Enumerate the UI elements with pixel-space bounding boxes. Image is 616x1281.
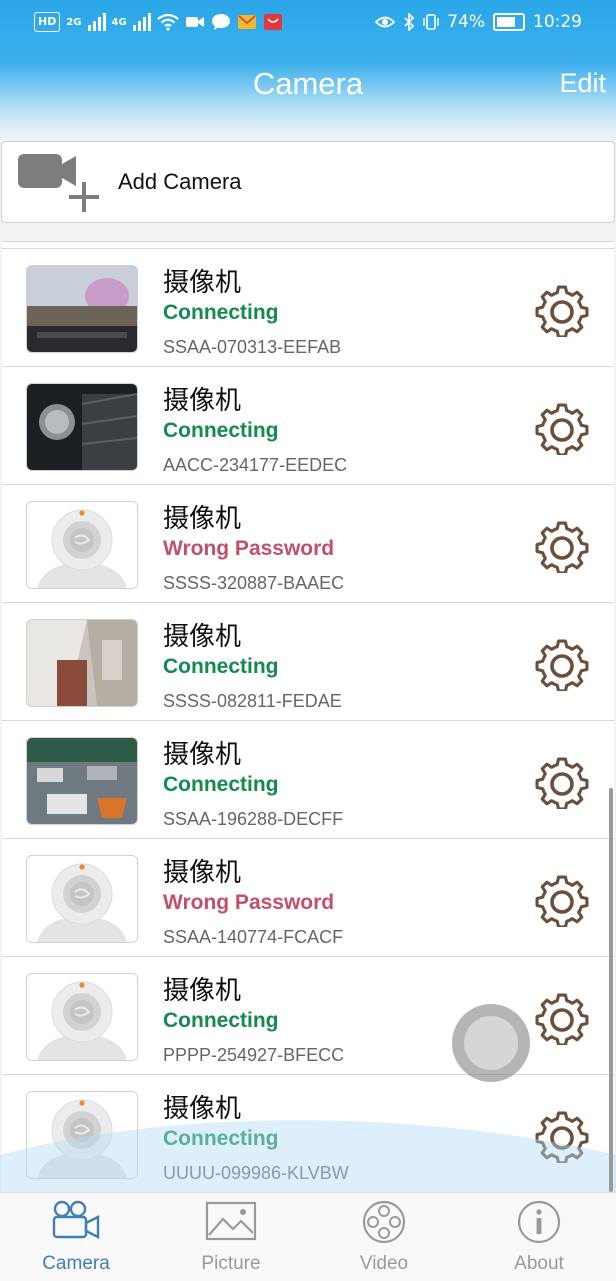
camera-status: Wrong Password xyxy=(163,537,335,560)
bottom-tab-bar: Camera Picture Video About xyxy=(0,1192,616,1281)
network-type-1: 2G xyxy=(66,16,82,28)
camera-id: SSAA-070313-EEFAB xyxy=(163,337,342,357)
camera-id: SSAA-196288-DECFF xyxy=(163,809,344,829)
camera-placeholder-thumbnail[interactable] xyxy=(26,501,138,589)
shopping-app-icon xyxy=(263,14,282,30)
tab-about-label: About xyxy=(514,1253,564,1274)
settings-gear-icon[interactable] xyxy=(534,753,590,809)
camera-id: PPPP-254927-BFECC xyxy=(163,1045,345,1065)
camera-id: SSSS-320887-BAAEC xyxy=(163,573,345,593)
camera-status: Connecting xyxy=(163,655,279,678)
tab-picture-label: Picture xyxy=(201,1253,261,1274)
settings-gear-icon[interactable] xyxy=(534,1107,590,1163)
settings-gear-icon[interactable] xyxy=(534,281,590,337)
tab-video[interactable]: Video xyxy=(314,1193,454,1281)
add-camera-label: Add Camera xyxy=(118,169,242,194)
camera-id: UUUU-099986-KLVBW xyxy=(163,1163,349,1183)
camera-status: Wrong Password xyxy=(163,891,335,914)
camera-status: Connecting xyxy=(163,1127,279,1150)
floating-assistive-button[interactable] xyxy=(452,1004,530,1082)
eye-icon xyxy=(375,16,396,28)
camera-name: 摄像机 xyxy=(163,976,242,1006)
camera-list-item[interactable]: 摄像机 Wrong Password SSAA-140774-FCACF xyxy=(2,838,614,956)
tab-picture[interactable]: Picture xyxy=(161,1193,301,1281)
bluetooth-icon xyxy=(404,13,415,31)
camera-id: SSSS-082811-FEDAE xyxy=(163,691,342,711)
camera-placeholder-thumbnail[interactable] xyxy=(26,973,138,1061)
status-bar: HD 2G 4G 74% 10:29 xyxy=(0,0,616,46)
settings-gear-icon[interactable] xyxy=(534,989,590,1045)
camera-name: 摄像机 xyxy=(163,268,242,298)
camera-list-item[interactable]: 摄像机 Connecting SSAA-196288-DECFF xyxy=(2,720,614,838)
tab-video-label: Video xyxy=(359,1253,409,1274)
tab-camera[interactable]: Camera xyxy=(6,1193,146,1281)
camera-list-item[interactable]: 摄像机 Connecting SSSS-082811-FEDAE xyxy=(2,602,614,720)
settings-gear-icon[interactable] xyxy=(534,517,590,573)
camera-status: Connecting xyxy=(163,301,279,324)
network-type-2: 4G xyxy=(111,16,127,28)
app-header: HD 2G 4G 74% 10:29 Camera Edit xyxy=(0,0,616,140)
camera-name: 摄像机 xyxy=(163,504,242,534)
camera-name: 摄像机 xyxy=(163,1094,242,1124)
battery-percent: 74% xyxy=(447,12,485,32)
settings-gear-icon[interactable] xyxy=(534,871,590,927)
tab-about[interactable]: About xyxy=(469,1193,609,1281)
camera-status: Connecting xyxy=(163,419,279,442)
camera-list-item[interactable]: 摄像机 Connecting UUUU-099986-KLVBW xyxy=(2,1074,614,1192)
camera-placeholder-thumbnail[interactable] xyxy=(26,1091,138,1179)
camera-thumbnail[interactable] xyxy=(26,737,138,825)
vibrate-icon xyxy=(423,14,439,30)
camera-thumbnail[interactable] xyxy=(26,383,138,471)
camera-list-item[interactable]: 摄像机 Connecting SSAA-070313-EEFAB xyxy=(2,248,614,366)
edit-button[interactable]: Edit xyxy=(559,68,606,99)
signal-icon-2 xyxy=(132,13,151,31)
film-reel-icon xyxy=(362,1200,406,1244)
clock: 10:29 xyxy=(533,12,582,32)
camera-name: 摄像机 xyxy=(163,622,242,652)
message-icon xyxy=(211,14,230,30)
page-title: Camera xyxy=(252,66,364,101)
list-scrollbar[interactable] xyxy=(609,788,613,1192)
camera-status: Connecting xyxy=(163,1009,279,1032)
wifi-icon xyxy=(157,13,179,31)
camera-list-item[interactable]: 摄像机 Connecting AACC-234177-EEDEC xyxy=(2,366,614,484)
camera-id: AACC-234177-EEDEC xyxy=(163,455,348,475)
camera-thumbnail[interactable] xyxy=(26,619,138,707)
picture-icon xyxy=(205,1201,257,1241)
add-camera-button[interactable]: Add Camera xyxy=(1,141,615,223)
camera-name: 摄像机 xyxy=(163,740,242,770)
camera-thumbnail[interactable] xyxy=(26,265,138,353)
tab-camera-label: Camera xyxy=(42,1253,110,1274)
battery-icon xyxy=(493,13,525,31)
camera-name: 摄像机 xyxy=(163,386,242,416)
camera-placeholder-thumbnail[interactable] xyxy=(26,855,138,943)
mail-icon xyxy=(237,15,256,29)
camera-list-item[interactable]: 摄像机 Wrong Password SSSS-320887-BAAEC xyxy=(2,484,614,602)
hd-indicator: HD xyxy=(34,12,61,32)
video-camera-icon xyxy=(52,1200,100,1239)
camera-status: Connecting xyxy=(163,773,279,796)
add-camera-icon xyxy=(18,154,99,212)
signal-icon xyxy=(87,13,106,31)
camera-id: SSAA-140774-FCACF xyxy=(163,927,344,947)
info-icon xyxy=(517,1200,561,1244)
settings-gear-icon[interactable] xyxy=(534,635,590,691)
settings-gear-icon[interactable] xyxy=(534,399,590,455)
video-recording-icon xyxy=(185,17,204,27)
camera-name: 摄像机 xyxy=(163,858,242,888)
